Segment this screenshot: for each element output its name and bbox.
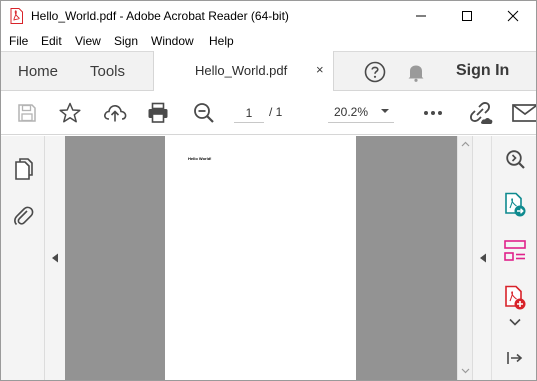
page-number-input[interactable]: [234, 103, 264, 123]
tab-document[interactable]: Hello_World.pdf ×: [153, 51, 334, 91]
zoom-value: 20.2%: [334, 105, 369, 119]
scroll-up-icon[interactable]: [461, 141, 470, 147]
zoom-out-icon: [194, 103, 214, 123]
bookmark-star-button[interactable]: [56, 99, 84, 127]
menu-window[interactable]: Window: [151, 34, 194, 48]
collapse-tools-pane-button[interactable]: [502, 345, 528, 371]
pdf-file-icon: [10, 8, 23, 24]
right-pane-toggle[interactable]: [472, 136, 491, 380]
sign-in-button[interactable]: Sign In: [456, 62, 509, 80]
notifications-button[interactable]: [405, 61, 427, 83]
organize-pages-button[interactable]: [502, 238, 528, 264]
tab-home[interactable]: Home: [18, 63, 58, 80]
share-link-button[interactable]: [466, 99, 494, 127]
help-button[interactable]: [363, 60, 387, 84]
save-button[interactable]: [13, 99, 41, 127]
document-tab-close-button[interactable]: ×: [316, 62, 324, 77]
left-pane-toggle[interactable]: [45, 136, 65, 380]
more-icon: [424, 111, 442, 115]
more-tools-button[interactable]: [419, 99, 447, 127]
save-icon: [18, 104, 36, 122]
menu-sign[interactable]: Sign: [114, 34, 138, 48]
collapse-pane-icon: [507, 352, 523, 364]
zoom-icon: [506, 150, 525, 169]
bell-icon: [408, 65, 424, 82]
title-bar: Hello_World.pdf - Adobe Acrobat Reader (…: [1, 1, 536, 31]
create-pdf-icon: [505, 285, 526, 310]
menu-edit[interactable]: Edit: [41, 34, 62, 48]
acrobat-window: Hello_World.pdf - Adobe Acrobat Reader (…: [0, 0, 537, 381]
right-tools-pane: [491, 136, 536, 380]
caret-down-icon: [381, 109, 389, 113]
search-tools-button[interactable]: [502, 146, 528, 172]
pdf-page: Hello World!: [165, 136, 356, 380]
caret-left-icon: [480, 253, 486, 263]
vertical-scrollbar[interactable]: [457, 136, 472, 380]
link-icon: [470, 102, 493, 124]
email-icon: [512, 104, 536, 122]
attachment-icon: [14, 206, 34, 226]
minimize-button[interactable]: [398, 1, 444, 31]
menu-bar: File Edit View Sign Window Help: [1, 31, 536, 51]
document-tab-label: Hello_World.pdf: [195, 63, 288, 78]
menu-view[interactable]: View: [75, 34, 101, 48]
print-icon: [148, 102, 168, 123]
star-icon: [59, 102, 81, 123]
attachments-button[interactable]: [11, 203, 35, 227]
export-pdf-icon: [505, 192, 526, 217]
maximize-icon: [462, 11, 472, 21]
caret-left-icon: [52, 253, 58, 263]
page-total: / 1: [269, 105, 283, 119]
email-button[interactable]: [510, 99, 536, 127]
document-viewer[interactable]: Hello World!: [65, 136, 457, 380]
page-thumbnails-button[interactable]: [11, 157, 35, 181]
tab-bar: Home Tools Hello_World.pdf × Sign In: [1, 51, 536, 91]
tab-tools[interactable]: Tools: [90, 63, 125, 80]
more-tools-expand[interactable]: [502, 309, 528, 335]
toolbar: / 1 20.2%: [1, 91, 536, 135]
menu-help[interactable]: Help: [209, 34, 234, 48]
chevron-down-icon: [509, 318, 521, 326]
page-content-text: Hello World!: [188, 156, 212, 161]
window-title: Hello_World.pdf - Adobe Acrobat Reader (…: [31, 9, 289, 23]
menu-file[interactable]: File: [9, 34, 28, 48]
share-upload-button[interactable]: [101, 99, 129, 127]
print-button[interactable]: [144, 99, 172, 127]
upload-icon: [104, 104, 127, 122]
scroll-down-icon[interactable]: [461, 368, 470, 374]
close-button[interactable]: [490, 1, 536, 31]
pages-icon: [15, 158, 33, 180]
zoom-out-button[interactable]: [190, 99, 218, 127]
zoom-select[interactable]: 20.2%: [328, 103, 394, 123]
close-icon: [507, 10, 519, 22]
create-pdf-button[interactable]: [502, 285, 528, 311]
organize-pages-icon: [504, 240, 526, 261]
minimize-icon: [416, 15, 426, 17]
help-icon: [364, 61, 386, 83]
export-pdf-button[interactable]: [502, 192, 528, 218]
maximize-button[interactable]: [444, 1, 490, 31]
left-navigation-pane: [1, 136, 45, 380]
